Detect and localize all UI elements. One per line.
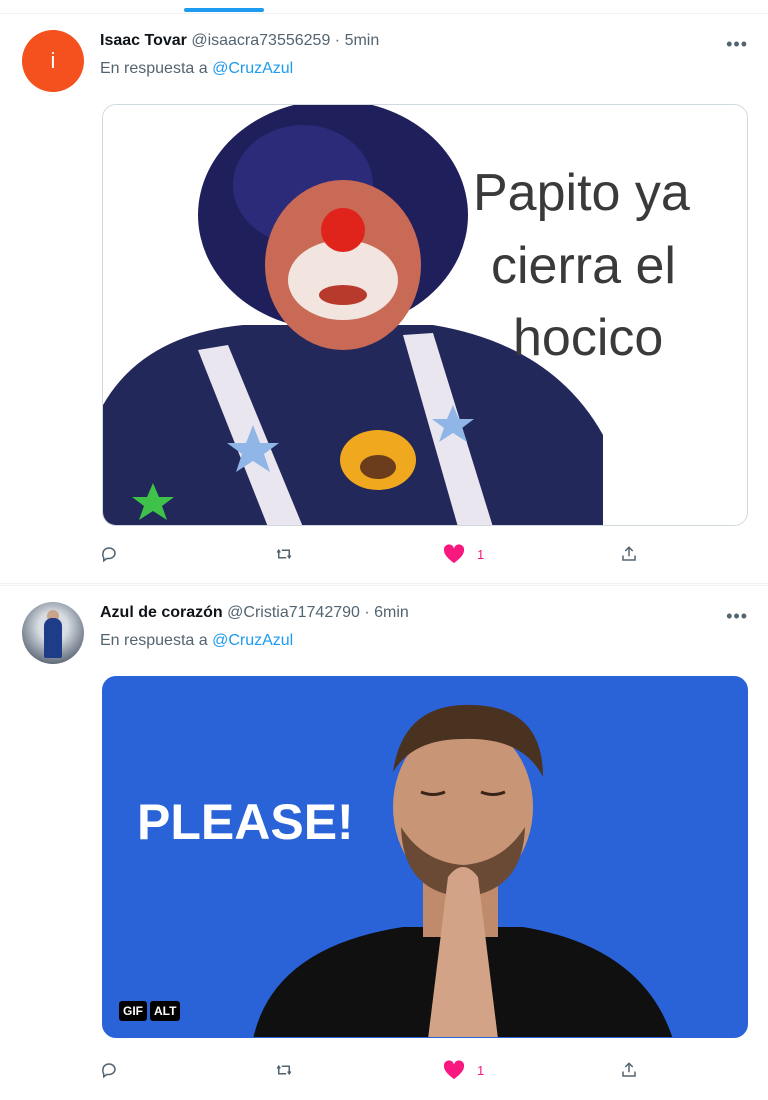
alt-badge[interactable]: ALT bbox=[150, 1001, 181, 1021]
timestamp[interactable]: 5min bbox=[345, 32, 380, 49]
reply-icon bbox=[102, 547, 116, 563]
avatar-letter: i bbox=[50, 48, 56, 73]
more-icon[interactable]: ••• bbox=[726, 606, 748, 627]
reply-mention-link[interactable]: @CruzAzul bbox=[212, 632, 293, 649]
more-icon[interactable]: ••• bbox=[726, 34, 748, 55]
tweet-header: Isaac Tovar @isaacra73556259 · 5min bbox=[100, 32, 379, 50]
author-handle[interactable]: @Cristia71742790 bbox=[227, 604, 360, 621]
reply-icon bbox=[102, 1063, 116, 1079]
gif-badge: GIF bbox=[119, 1001, 147, 1021]
heart-icon bbox=[443, 544, 465, 564]
like-button[interactable]: 1 bbox=[443, 1058, 484, 1082]
share-icon bbox=[622, 546, 636, 561]
top-tab-strip bbox=[0, 0, 768, 14]
separator: · bbox=[334, 32, 341, 49]
like-button[interactable]: 1 bbox=[443, 542, 484, 566]
tweet[interactable]: Azul de corazón @Cristia71742790 · 6min … bbox=[0, 585, 768, 1100]
author-name[interactable]: Azul de corazón bbox=[100, 604, 223, 621]
avatar-figure-body bbox=[44, 618, 62, 658]
share-icon bbox=[622, 1062, 636, 1077]
reply-prefix: En respuesta a bbox=[100, 60, 208, 77]
meme-caption-line-2: cierra el bbox=[491, 237, 676, 295]
retweet-icon bbox=[276, 548, 292, 560]
reply-context: En respuesta a @CruzAzul bbox=[100, 632, 293, 650]
retweet-button[interactable] bbox=[274, 542, 294, 566]
reply-mention-link[interactable]: @CruzAzul bbox=[212, 60, 293, 77]
tweet-actions: 1 bbox=[100, 1058, 660, 1082]
author-name[interactable]: Isaac Tovar bbox=[100, 32, 187, 49]
retweet-icon bbox=[276, 1064, 292, 1076]
reply-prefix: En respuesta a bbox=[100, 632, 208, 649]
media-badges: GIF ALT bbox=[119, 1001, 181, 1021]
gif-caption: PLEASE! bbox=[137, 794, 354, 850]
avatar[interactable] bbox=[22, 602, 84, 664]
share-button[interactable] bbox=[620, 1058, 638, 1082]
retweet-button[interactable] bbox=[274, 1058, 294, 1082]
tweet-media-gif[interactable]: PLEASE! GIF ALT bbox=[102, 676, 748, 1038]
active-tab-indicator bbox=[184, 8, 264, 12]
meme-caption-line-1: Papito ya bbox=[473, 164, 690, 222]
tweet-actions: 1 bbox=[100, 542, 660, 566]
heart-icon bbox=[443, 1060, 465, 1080]
clown-meme-image: Papito ya cierra el hocico bbox=[103, 105, 747, 525]
reply-button[interactable] bbox=[100, 1058, 118, 1082]
reply-context: En respuesta a @CruzAzul bbox=[100, 60, 293, 78]
please-gif-image: PLEASE! bbox=[103, 677, 747, 1037]
tweet[interactable]: i Isaac Tovar @isaacra73556259 · 5min En… bbox=[0, 14, 768, 584]
like-count: 1 bbox=[477, 546, 485, 562]
tweet-media-image[interactable]: Papito ya cierra el hocico bbox=[102, 104, 748, 526]
like-count: 1 bbox=[477, 1062, 485, 1078]
reply-button[interactable] bbox=[100, 542, 118, 566]
share-button[interactable] bbox=[620, 542, 638, 566]
tweet-header: Azul de corazón @Cristia71742790 · 6min bbox=[100, 604, 409, 622]
timestamp[interactable]: 6min bbox=[374, 604, 409, 621]
avatar[interactable]: i bbox=[22, 30, 84, 92]
separator: · bbox=[364, 604, 370, 621]
author-handle[interactable]: @isaacra73556259 bbox=[191, 32, 330, 49]
meme-caption-line-3: hocico bbox=[513, 309, 663, 367]
